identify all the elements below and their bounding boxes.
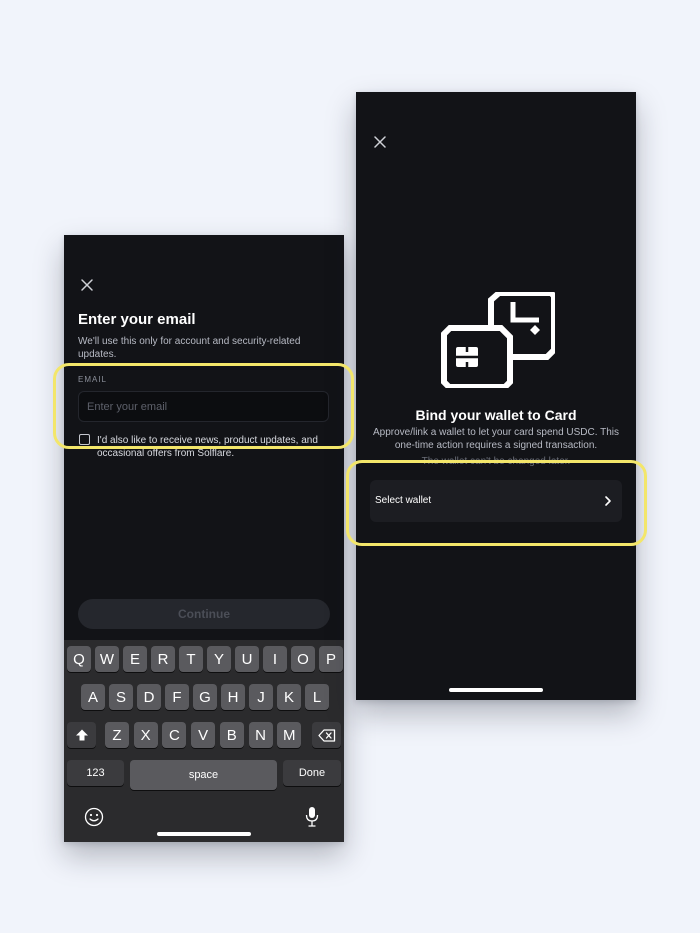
email-field-highlight bbox=[53, 363, 354, 449]
close-icon[interactable] bbox=[373, 135, 387, 149]
page-subtitle: Approve/link a wallet to let your card s… bbox=[372, 427, 620, 451]
key-w[interactable]: W bbox=[95, 646, 119, 672]
key-y[interactable]: Y bbox=[207, 646, 231, 672]
on-screen-keyboard: QWERTYUIOP ASDFGHJKL ZXCVBNM 123 space D… bbox=[64, 640, 344, 842]
space-key[interactable]: space bbox=[130, 760, 277, 790]
page-title: Bind your wallet to Card bbox=[415, 407, 577, 423]
page-title: Enter your email bbox=[78, 311, 196, 328]
key-o[interactable]: O bbox=[291, 646, 315, 672]
backspace-icon bbox=[317, 728, 335, 742]
shift-key[interactable] bbox=[67, 722, 96, 748]
key-s[interactable]: S bbox=[109, 684, 133, 710]
key-r[interactable]: R bbox=[151, 646, 175, 672]
key-l[interactable]: L bbox=[305, 684, 329, 710]
done-key[interactable]: Done bbox=[283, 760, 341, 786]
key-e[interactable]: E bbox=[123, 646, 147, 672]
key-b[interactable]: B bbox=[219, 722, 244, 748]
select-wallet-highlight bbox=[346, 460, 647, 546]
email-screen: Enter your email We'll use this only for… bbox=[64, 235, 344, 842]
emoji-icon[interactable] bbox=[84, 807, 104, 832]
key-x[interactable]: X bbox=[133, 722, 158, 748]
key-v[interactable]: V bbox=[191, 722, 216, 748]
key-u[interactable]: U bbox=[235, 646, 259, 672]
key-n[interactable]: N bbox=[248, 722, 273, 748]
bind-wallet-screen: Bind your wallet to Card Approve/link a … bbox=[356, 92, 636, 700]
home-indicator bbox=[449, 688, 543, 692]
microphone-icon[interactable] bbox=[305, 806, 319, 833]
page-subtitle: We'll use this only for account and secu… bbox=[78, 336, 301, 360]
key-z[interactable]: Z bbox=[105, 722, 129, 748]
key-h[interactable]: H bbox=[221, 684, 245, 710]
key-t[interactable]: T bbox=[179, 646, 203, 672]
key-i[interactable]: I bbox=[263, 646, 287, 672]
key-g[interactable]: G bbox=[193, 684, 217, 710]
key-j[interactable]: J bbox=[249, 684, 273, 710]
key-p[interactable]: P bbox=[319, 646, 343, 672]
shift-icon bbox=[75, 729, 88, 741]
continue-button[interactable]: Continue bbox=[78, 599, 330, 629]
key-d[interactable]: D bbox=[137, 684, 161, 710]
numbers-key[interactable]: 123 bbox=[67, 760, 124, 786]
wallet-card-icon bbox=[441, 290, 557, 393]
key-k[interactable]: K bbox=[277, 684, 301, 710]
key-f[interactable]: F bbox=[165, 684, 189, 710]
close-icon[interactable] bbox=[80, 278, 94, 292]
home-indicator bbox=[157, 832, 251, 836]
key-q[interactable]: Q bbox=[67, 646, 91, 672]
key-a[interactable]: A bbox=[81, 684, 105, 710]
key-c[interactable]: C bbox=[162, 722, 187, 748]
key-m[interactable]: M bbox=[277, 722, 302, 748]
backspace-key[interactable] bbox=[312, 722, 341, 748]
